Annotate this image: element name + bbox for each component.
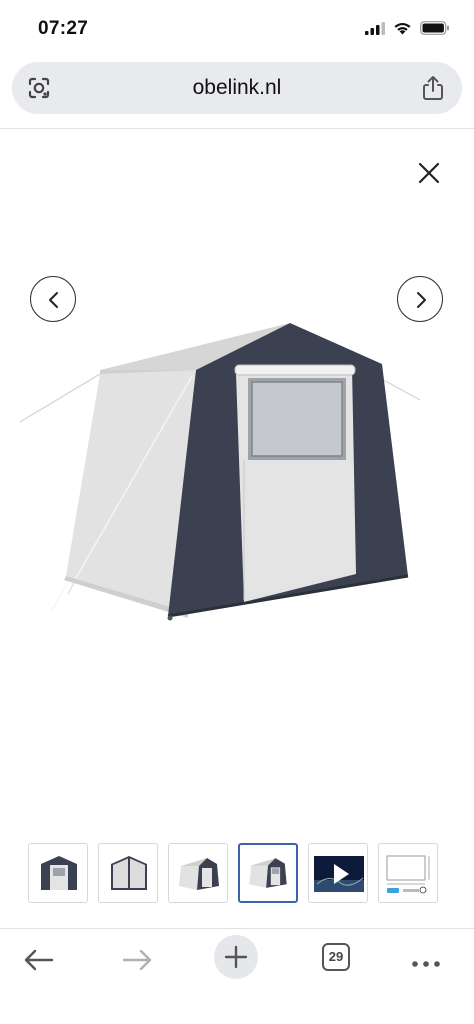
chevron-right-icon: [417, 292, 426, 308]
address-bar[interactable]: obelink.nl: [12, 62, 462, 114]
wifi-icon: [394, 23, 411, 35]
close-button[interactable]: [412, 156, 446, 190]
tent-thumbnail-image: [41, 856, 77, 890]
toolbar-divider: [0, 928, 474, 929]
plus-icon: [224, 945, 248, 969]
new-tab-button[interactable]: [214, 935, 258, 979]
share-icon[interactable]: [420, 74, 446, 102]
back-button[interactable]: [22, 938, 56, 982]
video-thumbnail-image: [314, 856, 364, 892]
more-dots-icon: [412, 961, 440, 967]
url-text[interactable]: obelink.nl: [12, 76, 462, 100]
header-divider: [0, 128, 474, 129]
status-bar: 07:27: [0, 0, 474, 58]
forward-button[interactable]: [120, 938, 154, 982]
chevron-left-icon: [49, 292, 58, 308]
close-icon: [418, 162, 440, 184]
more-menu-button[interactable]: [410, 938, 442, 982]
forward-arrow-icon: [122, 949, 152, 971]
thumbnail-6-dimensions[interactable]: [378, 843, 438, 903]
previous-image-button[interactable]: [30, 276, 76, 322]
thumbnail-4-active[interactable]: [238, 843, 298, 903]
thumbnail-5-video[interactable]: [308, 843, 368, 903]
thumbnail-strip: [28, 843, 438, 903]
status-time: 07:27: [38, 18, 89, 39]
tent-photo: [19, 323, 421, 621]
next-image-button[interactable]: [397, 276, 443, 322]
thumbnail-2[interactable]: [98, 843, 158, 903]
status-icons: [365, 21, 450, 35]
dimensions-drawing-thumbnail: [386, 855, 430, 894]
browser-toolbar: 29: [0, 930, 474, 1024]
tent-thumbnail-image: [111, 856, 147, 890]
battery-icon: [420, 21, 449, 35]
tab-switcher-button[interactable]: 29: [322, 943, 350, 971]
tent-thumbnail-image: [179, 858, 219, 890]
back-arrow-icon: [24, 949, 54, 971]
cellular-signal-icon: [365, 21, 385, 35]
tent-thumbnail-image: [249, 858, 287, 888]
thumbnail-3[interactable]: [168, 843, 228, 903]
thumbnail-1[interactable]: [28, 843, 88, 903]
